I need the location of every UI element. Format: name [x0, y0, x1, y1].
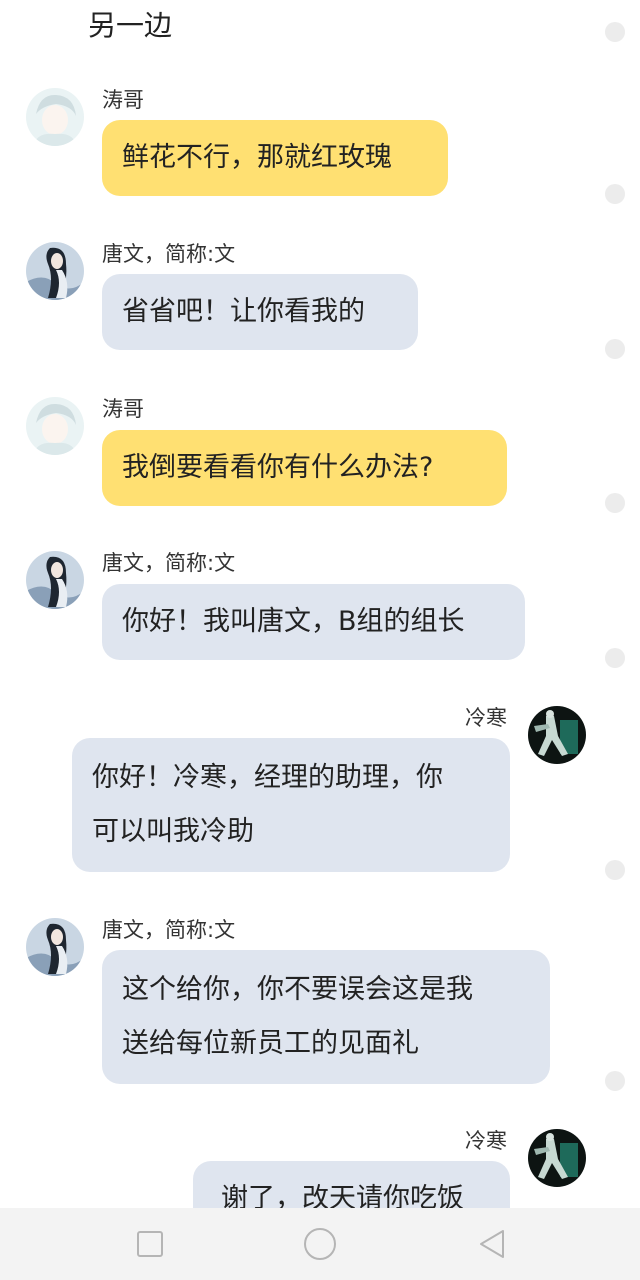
avatar-tangwen[interactable]	[26, 242, 84, 300]
sender-name: 唐文，简称:文	[102, 551, 236, 575]
back-button[interactable]	[452, 1208, 532, 1280]
side-dot	[605, 648, 625, 668]
header-title: 另一边	[88, 9, 173, 42]
message-text: 你好！我叫唐文，B组的组长	[122, 606, 465, 637]
sender-name: 涛哥	[102, 88, 144, 112]
system-navigation-bar	[0, 1208, 640, 1280]
sender-name: 唐文，简称:文	[102, 242, 236, 266]
message-text: 我倒要看看你有什么办法?	[122, 452, 434, 483]
avatar-taoge[interactable]	[26, 397, 84, 455]
message-text: 送给每位新员工的见面礼	[122, 1028, 419, 1059]
square-icon	[137, 1231, 163, 1257]
circle-icon	[304, 1228, 336, 1260]
side-dot	[605, 22, 625, 42]
message-bubble[interactable]: 谢了，改天请你吃饭	[193, 1161, 510, 1208]
avatar-taoge[interactable]	[26, 88, 84, 146]
avatar-tangwen[interactable]	[26, 918, 84, 976]
message-text: 这个给你，你不要误会这是我	[122, 974, 473, 1005]
avatar-tangwen[interactable]	[26, 551, 84, 609]
message-text: 省省吧！让你看我的	[122, 296, 365, 327]
sender-name: 唐文，简称:文	[102, 918, 236, 942]
message-text: 鲜花不行，那就红玫瑰	[122, 142, 392, 173]
side-dot	[605, 493, 625, 513]
side-dot	[605, 184, 625, 204]
message-bubble[interactable]: 我倒要看看你有什么办法?	[102, 430, 507, 506]
avatar-lenghan[interactable]	[528, 1129, 586, 1187]
sender-name: 冷寒	[465, 706, 507, 730]
side-dot	[605, 1071, 625, 1091]
message-bubble[interactable]: 你好！冷寒，经理的助理，你 可以叫我冷助	[72, 738, 510, 872]
message-text: 谢了，改天请你吃饭	[221, 1183, 464, 1208]
back-triangle-icon	[480, 1230, 504, 1258]
side-dot	[605, 860, 625, 880]
message-text: 你好！冷寒，经理的助理，你	[92, 762, 443, 793]
message-bubble[interactable]: 省省吧！让你看我的	[102, 274, 418, 350]
sender-name: 涛哥	[102, 397, 144, 421]
avatar-lenghan[interactable]	[528, 706, 586, 764]
message-text: 可以叫我冷助	[92, 816, 254, 847]
sender-name: 冷寒	[465, 1129, 507, 1153]
message-bubble[interactable]: 你好！我叫唐文，B组的组长	[102, 584, 525, 660]
home-button[interactable]	[280, 1208, 360, 1280]
recent-apps-button[interactable]	[110, 1208, 190, 1280]
message-bubble[interactable]: 鲜花不行，那就红玫瑰	[102, 120, 448, 196]
chat-viewport[interactable]: 另一边 涛哥 鲜花不行，那就红玫瑰 唐文，简称:文 省省吧！让你看我的 涛哥 我…	[0, 0, 640, 1208]
message-bubble[interactable]: 这个给你，你不要误会这是我 送给每位新员工的见面礼	[102, 950, 550, 1084]
side-dot	[605, 339, 625, 359]
